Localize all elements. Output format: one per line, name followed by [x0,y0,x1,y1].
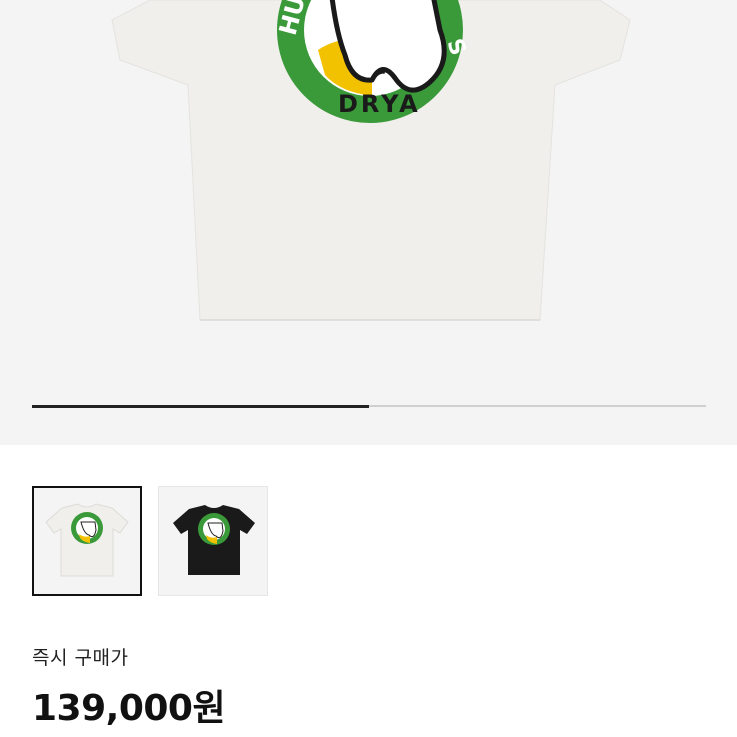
thumbnail-black-image [173,505,255,575]
price-value: 139,000원 [32,688,226,729]
product-image-white-tshirt: HU S DRYA [111,0,631,321]
thumbnail-white-tshirt[interactable] [32,486,142,596]
image-slider-progress [32,404,706,408]
thumbnail-white-image [45,503,129,577]
instant-purchase-price-label: 즉시 구매가 [32,647,129,669]
thumbnail-black-tshirt[interactable] [158,486,268,596]
product-image-gallery[interactable]: HU S DRYA [0,0,737,445]
image-slider-progress-fill [32,404,369,408]
svg-text:DRYA: DRYA [338,90,421,118]
